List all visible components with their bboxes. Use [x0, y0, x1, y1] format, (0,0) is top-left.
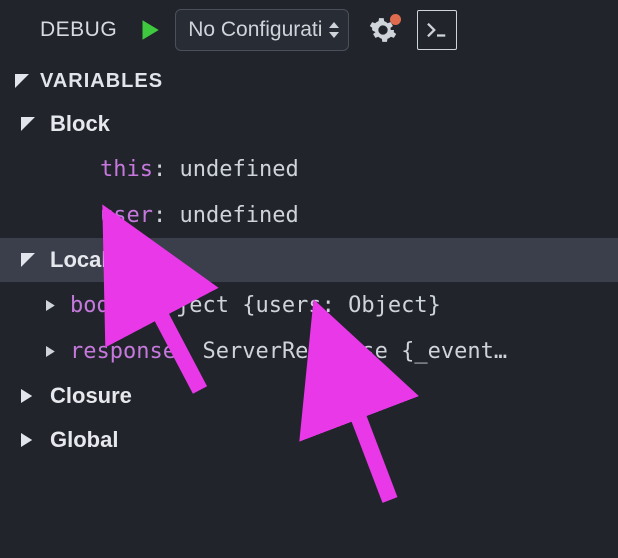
variable-name: response — [70, 339, 176, 364]
variables-section-header[interactable]: VARIABLES — [0, 60, 618, 102]
chevron-right-icon — [20, 389, 36, 403]
scope-label: Block — [50, 111, 110, 137]
notification-dot — [390, 14, 401, 25]
variable-row[interactable]: response: ServerResponse {_event… — [0, 328, 618, 374]
variable-value: Object {users: Object} — [149, 293, 440, 318]
chevron-right-icon — [44, 300, 58, 311]
debug-label: DEBUG — [40, 18, 117, 42]
variable-value: undefined — [179, 203, 298, 228]
variable-row[interactable]: user: undefined — [0, 192, 618, 238]
variable-value: undefined — [179, 157, 298, 182]
variable-row[interactable]: body: Object {users: Object} — [0, 282, 618, 328]
play-button[interactable] — [131, 12, 167, 48]
debug-topbar: DEBUG No Configurati — [0, 0, 618, 60]
config-select[interactable]: No Configurati — [175, 9, 349, 51]
chevron-right-icon — [20, 433, 36, 447]
chevron-down-icon — [20, 253, 36, 267]
scope-global[interactable]: Global — [0, 418, 618, 462]
scope-label: Local — [50, 247, 107, 273]
terminal-icon — [426, 21, 448, 39]
settings-button[interactable] — [363, 10, 403, 50]
chevron-down-icon — [14, 74, 30, 88]
variable-row[interactable]: this: undefined — [0, 146, 618, 192]
updown-icon — [328, 20, 340, 40]
chevron-down-icon — [20, 117, 36, 131]
variable-value: ServerResponse {_event… — [202, 339, 507, 364]
section-title: VARIABLES — [40, 70, 163, 93]
scope-block[interactable]: Block — [0, 102, 618, 146]
variable-name: this — [100, 157, 153, 182]
config-select-text: No Configurati — [188, 18, 322, 42]
scope-label: Closure — [50, 383, 132, 409]
scope-local[interactable]: Local — [0, 238, 618, 282]
scope-label: Global — [50, 427, 118, 453]
variable-name: user — [100, 203, 153, 228]
play-icon — [136, 17, 162, 43]
variable-name: body — [70, 293, 123, 318]
scope-closure[interactable]: Closure — [0, 374, 618, 418]
chevron-right-icon — [44, 346, 58, 357]
debug-console-button[interactable] — [417, 10, 457, 50]
